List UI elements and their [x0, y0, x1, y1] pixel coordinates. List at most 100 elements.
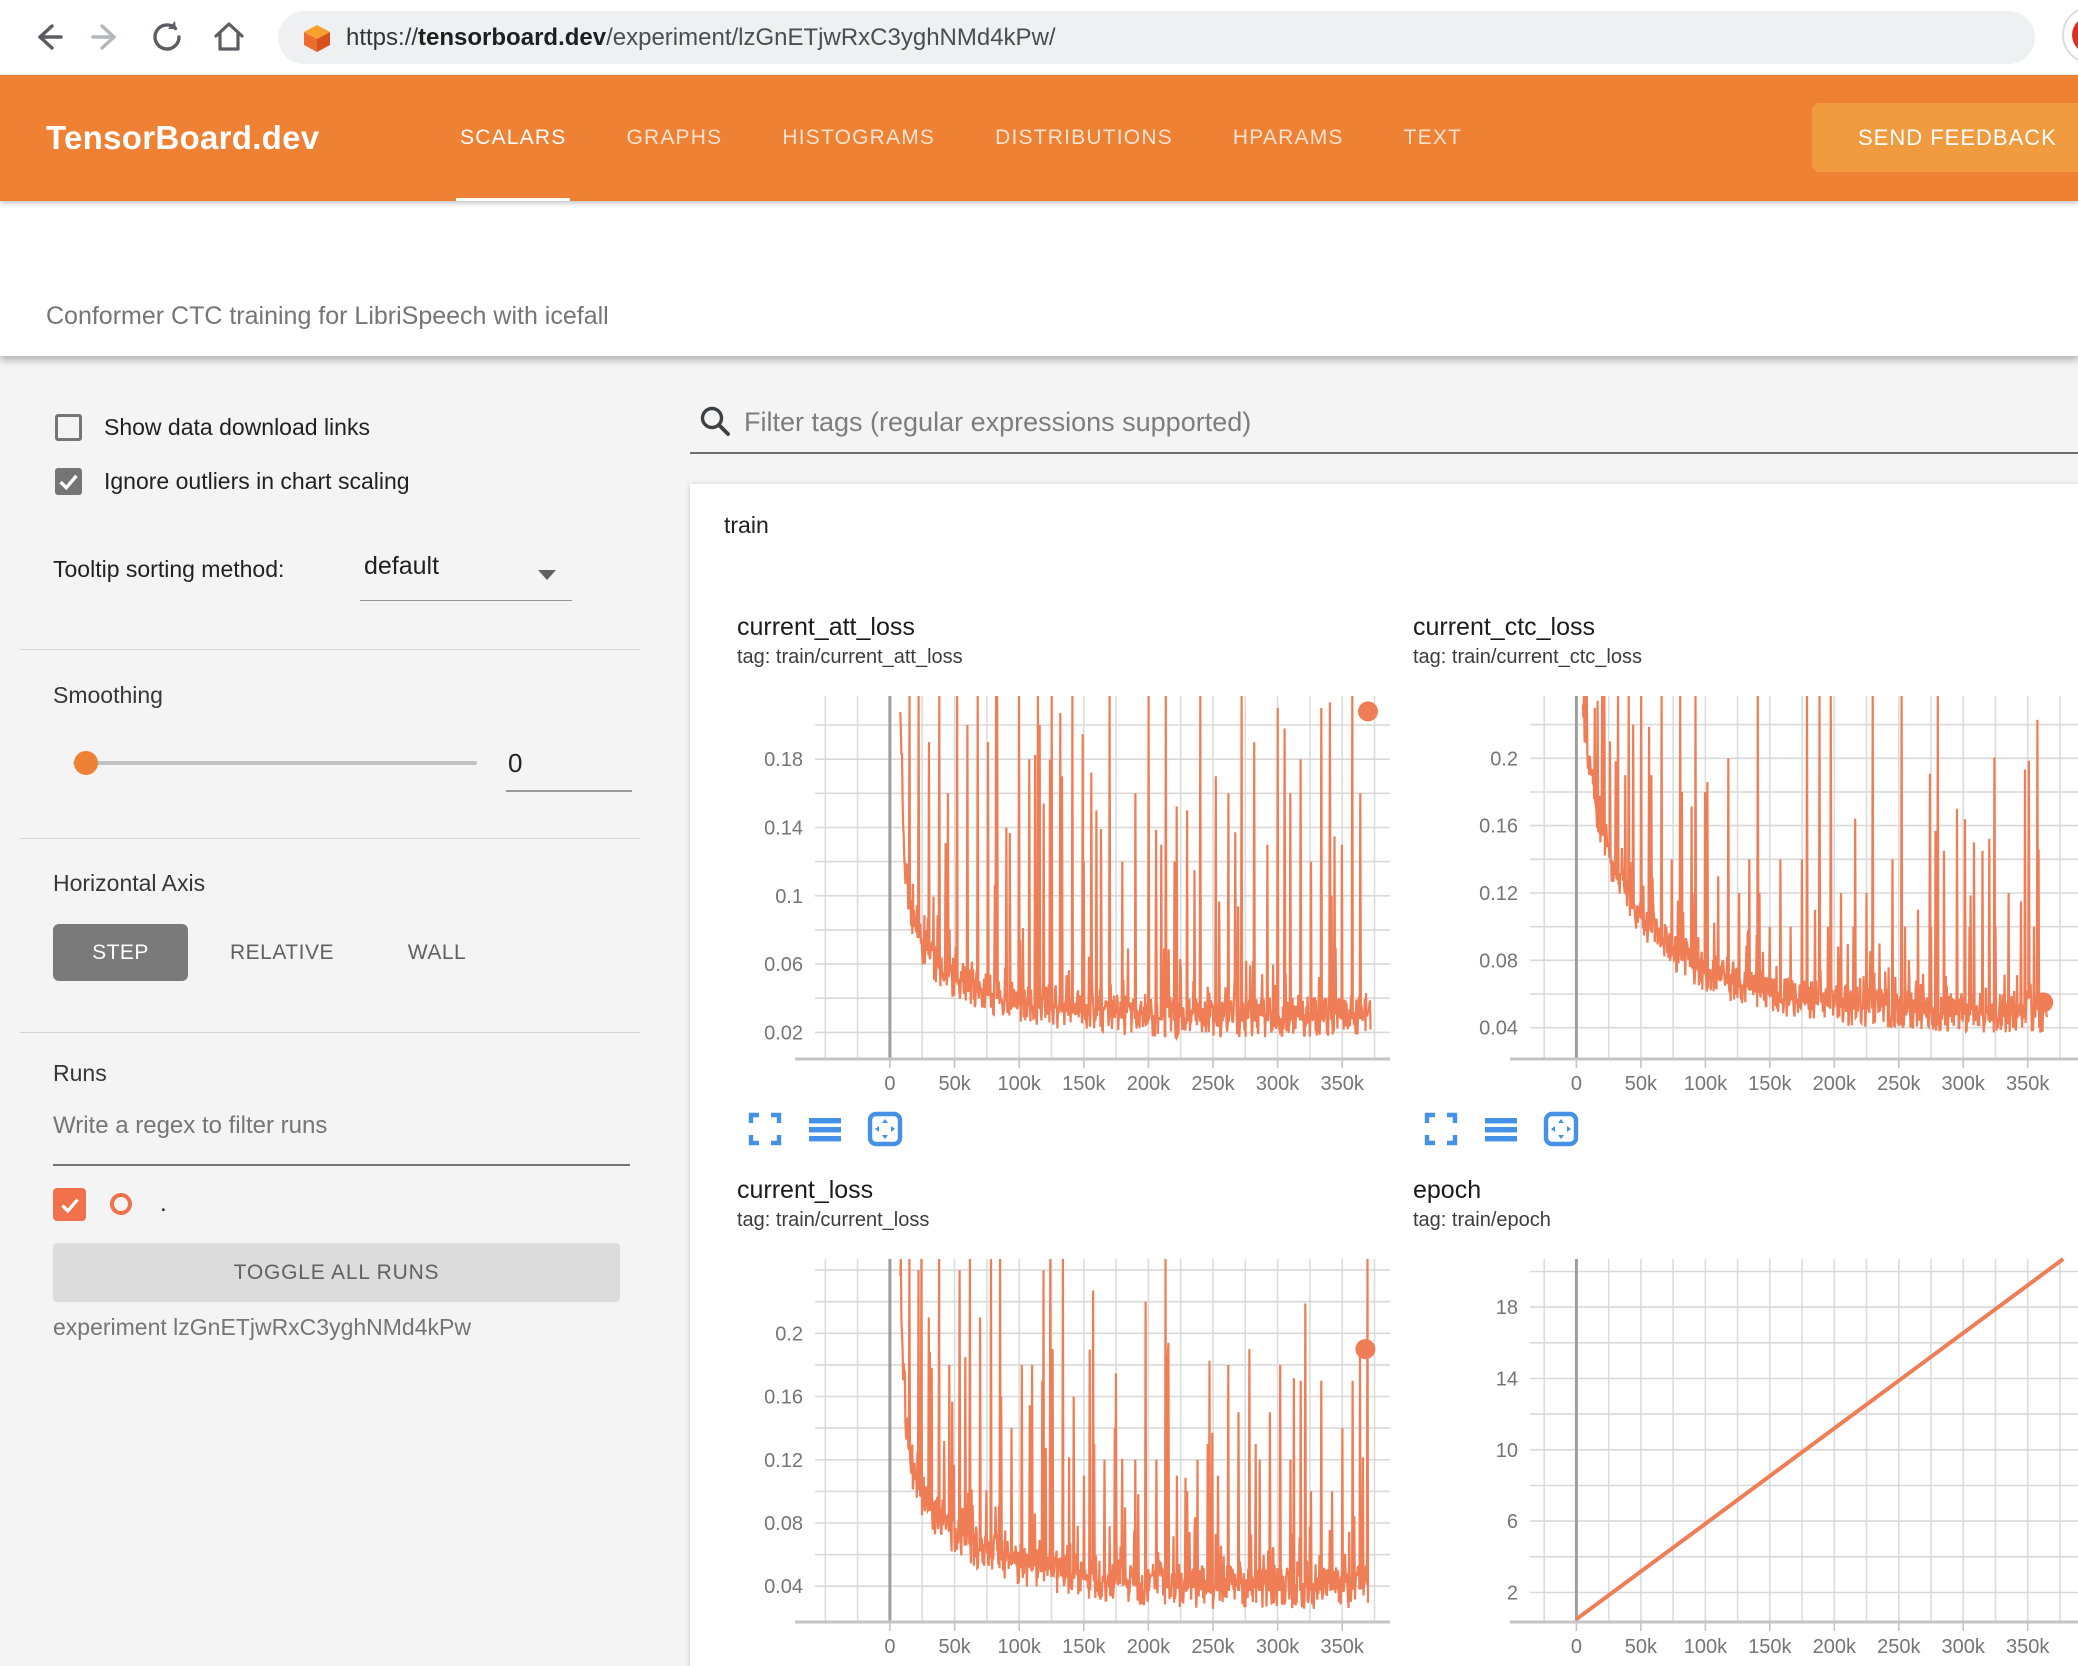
- svg-text:350k: 350k: [2006, 1073, 2050, 1095]
- svg-text:2: 2: [1507, 1583, 1518, 1605]
- run-name: .: [160, 1190, 167, 1217]
- data-lines-icon[interactable]: [807, 1111, 843, 1147]
- experiment-id: experiment lzGnETjwRxC3yghNMd4kPw: [53, 1314, 471, 1340]
- svg-text:0.08: 0.08: [764, 1513, 803, 1535]
- svg-text:0.12: 0.12: [764, 1450, 803, 1472]
- experiment-title-band: Conformer CTC training for LibriSpeech w…: [0, 201, 2078, 356]
- fullscreen-icon[interactable]: [1423, 1111, 1459, 1147]
- dropdown-underline: [360, 600, 572, 601]
- profile-avatar-image: [2072, 16, 2078, 54]
- tab-graphs[interactable]: GRAPHS: [596, 75, 752, 201]
- svg-text:0: 0: [884, 1073, 895, 1095]
- show-data-download-links-checkbox[interactable]: [55, 414, 82, 441]
- tab-histograms[interactable]: HISTOGRAMS: [752, 75, 965, 201]
- tab-hparams[interactable]: HPARAMS: [1203, 75, 1374, 201]
- section-label-train[interactable]: train: [724, 512, 769, 539]
- checkbox-check-icon: [60, 1198, 79, 1213]
- svg-text:300k: 300k: [1942, 1073, 1986, 1095]
- fit-to-view-icon[interactable]: [1543, 1111, 1579, 1147]
- run-color-swatch[interactable]: [110, 1193, 132, 1215]
- filter-tags-input[interactable]: [744, 400, 1994, 444]
- url-text: https://tensorboard.dev/experiment/lzGnE…: [346, 24, 1056, 52]
- svg-text:0.16: 0.16: [1479, 816, 1518, 838]
- tooltip-sorting-label: Tooltip sorting method:: [53, 556, 285, 582]
- runs-filter-input[interactable]: [53, 1112, 623, 1140]
- send-feedback-button[interactable]: SEND FEEDBACK: [1812, 103, 2078, 172]
- reload-icon[interactable]: [148, 18, 186, 56]
- experiment-title: Conformer CTC training for LibriSpeech w…: [46, 302, 609, 330]
- run-checkbox[interactable]: [53, 1188, 86, 1221]
- tooltip-sorting-dropdown[interactable]: default: [364, 552, 439, 581]
- svg-text:250k: 250k: [1191, 1636, 1235, 1658]
- svg-text:150k: 150k: [1748, 1636, 1792, 1658]
- svg-text:0.06: 0.06: [764, 954, 803, 976]
- runs-filter-underline: [53, 1164, 630, 1166]
- browser-window: https://tensorboard.dev/experiment/lzGnE…: [0, 0, 2078, 1666]
- svg-text:350k: 350k: [1321, 1636, 1365, 1658]
- svg-text:0.18: 0.18: [764, 749, 803, 771]
- svg-text:350k: 350k: [1321, 1073, 1365, 1095]
- fullscreen-icon[interactable]: [747, 1111, 783, 1147]
- ignore-outliers-label: Ignore outliers in chart scaling: [104, 468, 410, 494]
- svg-text:0.12: 0.12: [1479, 883, 1518, 905]
- tab-scalars[interactable]: SCALARS: [430, 75, 596, 201]
- axis-step-button[interactable]: STEP: [53, 924, 188, 981]
- dropdown-caret-icon[interactable]: [538, 570, 556, 580]
- nav-tabs: SCALARS GRAPHS HISTOGRAMS DISTRIBUTIONS …: [430, 75, 1492, 201]
- axis-wall-button[interactable]: WALL: [382, 924, 492, 981]
- show-data-download-links-label: Show data download links: [104, 414, 370, 440]
- chart-plot-area[interactable]: 0 50k 100k 150k 200k 250k 300k 350k 0.18 0.14 0.1 0…: [737, 686, 1397, 1103]
- tensorboard-header: TensorBoard.dev SCALARS GRAPHS HISTOGRAM…: [0, 75, 2078, 201]
- svg-text:200k: 200k: [1813, 1636, 1857, 1658]
- svg-text:250k: 250k: [1877, 1636, 1921, 1658]
- chart-tag: tag: train/current_loss: [737, 1209, 930, 1231]
- data-lines-icon[interactable]: [1483, 1111, 1519, 1147]
- svg-text:300k: 300k: [1256, 1636, 1300, 1658]
- forward-icon[interactable]: [88, 18, 126, 56]
- svg-text:250k: 250k: [1877, 1073, 1921, 1095]
- svg-text:0.2: 0.2: [1490, 748, 1518, 770]
- chart-plot-area[interactable]: 0 50k 100k 150k 200k 250k 300k 350k 2 6 10 14 18: [1413, 1249, 2078, 1666]
- chart-tag: tag: train/epoch: [1413, 1209, 1551, 1231]
- svg-text:0.08: 0.08: [1479, 950, 1518, 972]
- smoothing-slider-track[interactable]: [73, 761, 477, 765]
- chart-plot-area[interactable]: 0 50k 100k 150k 200k 250k 300k 350k 0.2 0.16 0.12 0…: [737, 1249, 1397, 1666]
- smoothing-value[interactable]: 0: [508, 748, 522, 779]
- chart-epoch: epoch tag: train/epoch 0 50k 100k 150k 200k 2…: [1413, 1175, 2078, 1666]
- url-path: /experiment/lzGnETjwRxC3yghNMd4kPw/: [606, 23, 1056, 51]
- chart-title: current_ctc_loss: [1413, 613, 1596, 641]
- axis-relative-button[interactable]: RELATIVE: [212, 924, 352, 981]
- smoothing-heading: Smoothing: [53, 682, 163, 708]
- tab-text[interactable]: TEXT: [1374, 75, 1492, 201]
- svg-text:0.04: 0.04: [1479, 1018, 1518, 1040]
- smoothing-value-underline: [506, 790, 632, 792]
- svg-text:0: 0: [884, 1636, 895, 1658]
- svg-text:0.16: 0.16: [764, 1387, 803, 1409]
- svg-text:0.14: 0.14: [764, 818, 803, 840]
- ignore-outliers-checkbox[interactable]: [55, 468, 82, 495]
- chart-current-att-loss: current_att_loss tag: train/current_att_…: [737, 612, 1397, 1147]
- chart-toolbar: [737, 1111, 1397, 1147]
- sidebar-divider: [20, 838, 640, 839]
- profile-avatar[interactable]: [2062, 6, 2078, 64]
- smoothing-slider-handle[interactable]: [74, 751, 98, 775]
- tab-distributions[interactable]: DISTRIBUTIONS: [965, 75, 1203, 201]
- svg-text:200k: 200k: [1127, 1636, 1171, 1658]
- chart-tag: tag: train/current_ctc_loss: [1413, 646, 1642, 668]
- svg-text:100k: 100k: [998, 1073, 1042, 1095]
- svg-text:50k: 50k: [938, 1073, 971, 1095]
- back-icon[interactable]: [28, 18, 66, 56]
- svg-text:10: 10: [1496, 1440, 1518, 1462]
- svg-text:0.02: 0.02: [764, 1022, 803, 1044]
- toggle-all-runs-button[interactable]: TOGGLE ALL RUNS: [53, 1243, 620, 1302]
- svg-text:300k: 300k: [1256, 1073, 1300, 1095]
- chart-current-loss: current_loss tag: train/current_loss 0 50…: [737, 1175, 1397, 1666]
- address-bar[interactable]: https://tensorboard.dev/experiment/lzGnE…: [278, 11, 2035, 64]
- svg-text:300k: 300k: [1942, 1636, 1986, 1658]
- settings-sidebar: Show data download links Ignore outliers…: [0, 356, 690, 1666]
- chart-plot-area[interactable]: 0 50k 100k 150k 200k 250k 300k 350k 0.2 0.16 0.12 0…: [1413, 686, 2078, 1103]
- home-icon[interactable]: [210, 18, 248, 56]
- app-logo: TensorBoard.dev: [46, 119, 320, 156]
- fit-to-view-icon[interactable]: [867, 1111, 903, 1147]
- svg-text:100k: 100k: [1684, 1636, 1728, 1658]
